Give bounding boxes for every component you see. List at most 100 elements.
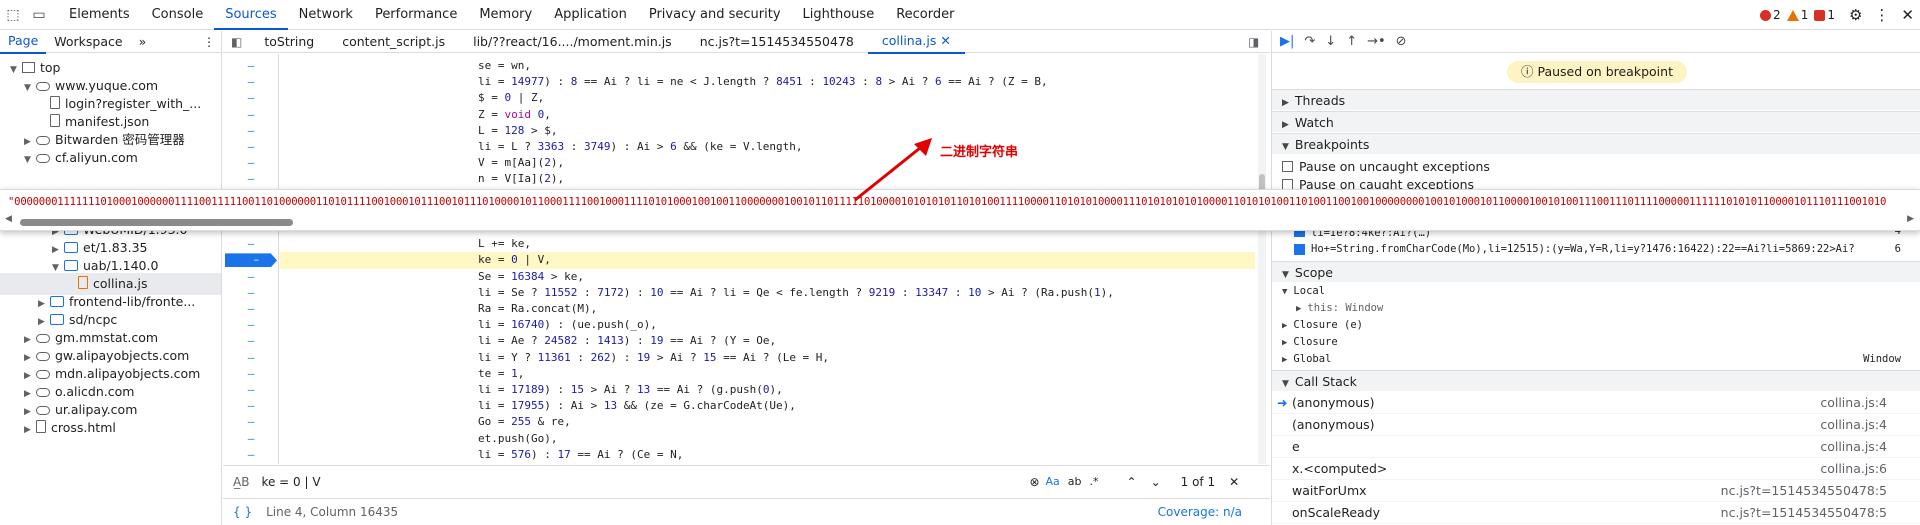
breakpoint-checkbox[interactable] [1294, 244, 1305, 255]
scroll-left-icon[interactable]: ◀ [5, 214, 12, 224]
gutter-mark[interactable]: – [223, 123, 279, 140]
code-line[interactable]: ke = 0 | V, [280, 252, 1255, 269]
gutter-mark[interactable]: – [223, 431, 279, 448]
pause-uncaught-checkbox[interactable] [1282, 161, 1293, 172]
gutter-mark[interactable]: – [223, 90, 279, 107]
replace-toggle-icon[interactable]: A̲B [233, 475, 249, 489]
error-count[interactable]: 2 [1760, 8, 1781, 22]
code-line[interactable]: li = 16740) : (ue.push(_o), [280, 317, 1255, 334]
editor-tab[interactable]: nc.js?t=1514534550478 [686, 31, 868, 53]
issue-count[interactable]: 1 [1814, 8, 1835, 22]
search-input[interactable]: ke = 0 | V [261, 475, 1021, 489]
code-line[interactable]: et.push(Go), [280, 431, 1255, 448]
code-line[interactable]: $ = 0 | Z, [280, 90, 1255, 107]
code-line[interactable]: V = m[Aa](2), [280, 155, 1255, 172]
device-toolbar-icon[interactable]: ▭ [26, 0, 52, 30]
call-frame[interactable]: (anonymous) collina.js:4 [1272, 414, 1920, 436]
caret-down-icon[interactable]: ▼ [24, 149, 36, 169]
watch-section[interactable]: ▶ Watch [1272, 111, 1920, 132]
gutter-mark[interactable]: – [223, 366, 279, 383]
editor-scrollbar[interactable] [1258, 54, 1266, 464]
close-tab-icon[interactable]: ✕ [936, 33, 950, 48]
tab-console[interactable]: Console [141, 0, 215, 30]
code-line[interactable]: li = 576) : 17 == Ai ? (Ce = N, [280, 447, 1255, 464]
tab-application[interactable]: Application [543, 0, 638, 30]
deactivate-breakpoints-icon[interactable]: ⊘ [1396, 34, 1407, 49]
tab-page[interactable]: Page [0, 31, 47, 54]
code-line[interactable]: se = wn, [280, 58, 1255, 75]
code-line[interactable]: Go = 255 & re, [280, 414, 1255, 431]
scroll-right-icon[interactable]: ▶ [1907, 214, 1914, 224]
settings-icon[interactable]: ⚙ [1849, 6, 1862, 24]
call-frame-location[interactable]: collina.js:4 [1820, 414, 1887, 436]
tab-recorder[interactable]: Recorder [885, 0, 965, 30]
gutter-mark[interactable]: – [223, 414, 279, 431]
gutter-mark[interactable]: – [223, 171, 279, 188]
step-over-icon[interactable]: ↷ [1304, 34, 1315, 49]
breakpoint-marker[interactable]: – [225, 253, 277, 268]
pretty-print-icon[interactable]: { } [233, 505, 252, 519]
call-frame[interactable]: e collina.js:4 [1272, 436, 1920, 458]
caret-right-icon[interactable]: ▶ [24, 419, 36, 439]
gutter-mark[interactable]: – [223, 155, 279, 172]
toggle-navigator-icon[interactable]: ◧ [223, 35, 250, 49]
gutter-mark[interactable]: – [223, 236, 279, 253]
line-gutter[interactable]: ––––––––––––––––––––––– [223, 54, 279, 464]
step-out-icon[interactable]: ↑ [1346, 34, 1357, 49]
code-line[interactable]: n = V[Ia](2), [280, 171, 1255, 188]
tooltip-scrollbar[interactable]: ◀ ▶ [0, 214, 1920, 228]
gutter-mark[interactable]: – [223, 447, 279, 464]
warning-count[interactable]: 1 [1786, 8, 1808, 22]
code-line[interactable]: li = Ae ? 24582 : 1413) : 19 == Ai ? (Y … [280, 333, 1255, 350]
clear-search-icon[interactable]: ⊗ [1029, 475, 1039, 489]
toggle-debugger-icon[interactable]: ◨ [1248, 35, 1259, 49]
tree-item[interactable]: ▶ cross.html [0, 417, 221, 439]
call-frame[interactable]: ➜ (anonymous) collina.js:4 [1272, 392, 1920, 414]
tab-privacy-and-security[interactable]: Privacy and security [638, 0, 792, 30]
code-line[interactable]: Ra = Ra.concat(M), [280, 301, 1255, 318]
scope-section[interactable]: ▼ Scope [1272, 261, 1920, 282]
call-frame-location[interactable]: collina.js:4 [1820, 392, 1887, 414]
gutter-mark[interactable]: – [223, 350, 279, 367]
code-line[interactable]: te = 1, [280, 366, 1255, 383]
coverage-status[interactable]: Coverage: n/a [1158, 505, 1242, 519]
whole-word-icon[interactable]: ab [1068, 475, 1082, 488]
gutter-mark[interactable]: – [223, 333, 279, 350]
code-line[interactable]: L += ke, [280, 236, 1255, 253]
code-line[interactable]: li = Y ? 11361 : 262) : 19 > Ai ? 15 == … [280, 350, 1255, 367]
code-line[interactable]: li = 17955) : Ai > 13 && (ze = G.charCod… [280, 398, 1255, 415]
tree-item[interactable]: ▼ cf.aliyun.com [0, 147, 221, 169]
editor-tab[interactable]: lib/??react/16..../moment.min.js [459, 31, 686, 53]
tab-sources[interactable]: Sources [214, 0, 288, 30]
step-into-icon[interactable]: ↓ [1325, 34, 1336, 49]
resume-icon[interactable]: ▶| [1280, 34, 1294, 49]
prev-match-icon[interactable]: ⌃ [1127, 475, 1137, 489]
code-editor[interactable]: se = wn, li = 14977) : 8 == Ai ? li = ne … [280, 54, 1255, 464]
code-line[interactable]: li = 17189) : 15 > Ai ? 13 == Ai ? (g.pu… [280, 382, 1255, 399]
call-frame[interactable]: onScaleReady nc.js?t=1514534550478:5 [1272, 502, 1920, 524]
regex-button[interactable]: .* [1090, 475, 1099, 488]
gutter-mark[interactable]: – [223, 139, 279, 156]
step-icon[interactable]: →• [1367, 34, 1386, 49]
tab-lighthouse[interactable]: Lighthouse [792, 0, 886, 30]
threads-section[interactable]: ▶ Threads [1272, 89, 1920, 110]
editor-tab[interactable]: collina.js ✕ [867, 30, 965, 54]
gutter-mark[interactable]: – [223, 74, 279, 91]
scope-local[interactable]: ▼ Local [1272, 283, 1920, 300]
close-search-icon[interactable]: ✕ [1229, 475, 1239, 489]
call-frame-location[interactable]: nc.js?t=1514534550478:5 [1721, 480, 1887, 502]
editor-tab[interactable]: toString [250, 31, 328, 53]
tab-performance[interactable]: Performance [364, 0, 468, 30]
scope-closure-e[interactable]: ▶ Closure (e) [1272, 317, 1920, 334]
code-line[interactable]: li = Se ? 11552 : 7172) : 10 == Ai ? li … [280, 285, 1255, 302]
scope-global[interactable]: ▶ Global Window [1272, 351, 1920, 368]
inspect-element-icon[interactable]: ⬚ [0, 0, 26, 30]
call-frame[interactable]: waitForUmx nc.js?t=1514534550478:5 [1272, 480, 1920, 502]
code-line[interactable]: Se = 16384 > ke, [280, 269, 1255, 286]
gutter-mark[interactable]: – [223, 382, 279, 399]
next-match-icon[interactable]: ⌄ [1151, 475, 1161, 489]
tab-memory[interactable]: Memory [468, 0, 543, 30]
tab-elements[interactable]: Elements [58, 0, 141, 30]
gutter-mark[interactable]: – [223, 58, 279, 75]
scope-closure[interactable]: ▶ Closure [1272, 334, 1920, 351]
